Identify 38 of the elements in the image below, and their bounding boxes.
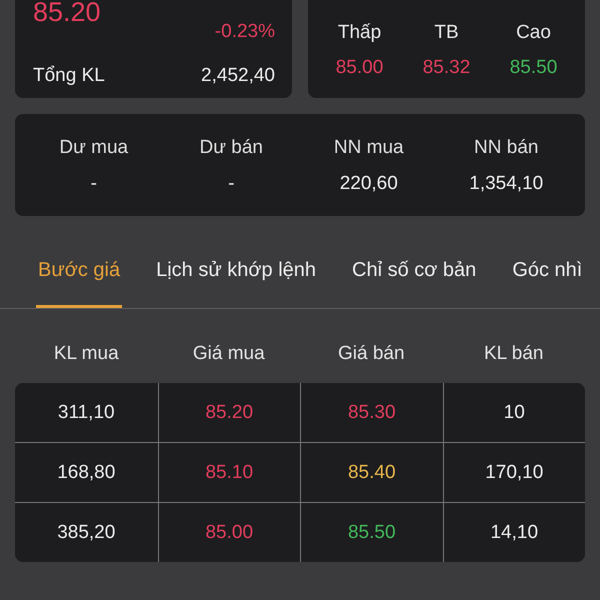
summary-value: 1,354,10: [469, 173, 544, 195]
buy-volume-value: 385,20: [57, 522, 116, 544]
price-change: -0.23%: [214, 21, 275, 43]
buy-volume-value: 311,10: [58, 402, 115, 424]
sell-price-value: 85.40: [348, 462, 396, 484]
summary-label: NN mua: [334, 137, 404, 159]
buy-price-value: 85.20: [205, 402, 254, 424]
summary-value: -: [90, 173, 97, 195]
summary-value: -: [228, 173, 234, 195]
buy-price-value: 85.10: [205, 462, 254, 484]
last-price: 85.20: [33, 0, 101, 25]
buy-volume-value: 168,80: [57, 462, 116, 484]
sell-volume-value: 10: [504, 402, 525, 424]
column-header: KL mua: [54, 343, 119, 366]
tab[interactable]: Lịch sử khớp lệnh: [154, 250, 318, 308]
buy-price-value: 85.00: [205, 522, 254, 544]
range-label: Cao: [516, 22, 551, 44]
sell-price-value: 85.30: [348, 402, 396, 424]
sell-volume-value: 14,10: [490, 522, 538, 544]
tab[interactable]: Bước giá: [36, 250, 122, 308]
range-value: 85.32: [422, 57, 470, 79]
range-label: Thấp: [338, 22, 382, 44]
column-header: Giá mua: [192, 343, 265, 366]
summary-label: Dư mua: [59, 137, 128, 159]
range-value: 85.50: [510, 57, 558, 79]
summary-value: 220,60: [340, 173, 398, 195]
total-volume-value: 2,452,40: [201, 65, 275, 87]
sell-price-value: 85.50: [348, 522, 396, 544]
column-header: Giá bán: [338, 343, 405, 366]
sell-volume-value: 170,10: [485, 462, 544, 484]
range-value: 85.00: [336, 57, 384, 79]
range-label: TB: [434, 22, 459, 44]
tab[interactable]: Chỉ số cơ bản: [350, 250, 478, 308]
total-volume-label: Tổng KL: [33, 65, 105, 87]
summary-label: Dư bán: [200, 137, 263, 159]
summary-label: NN bán: [474, 137, 538, 159]
column-header: KL bán: [484, 343, 544, 366]
tab[interactable]: Góc nhì: [510, 250, 584, 308]
